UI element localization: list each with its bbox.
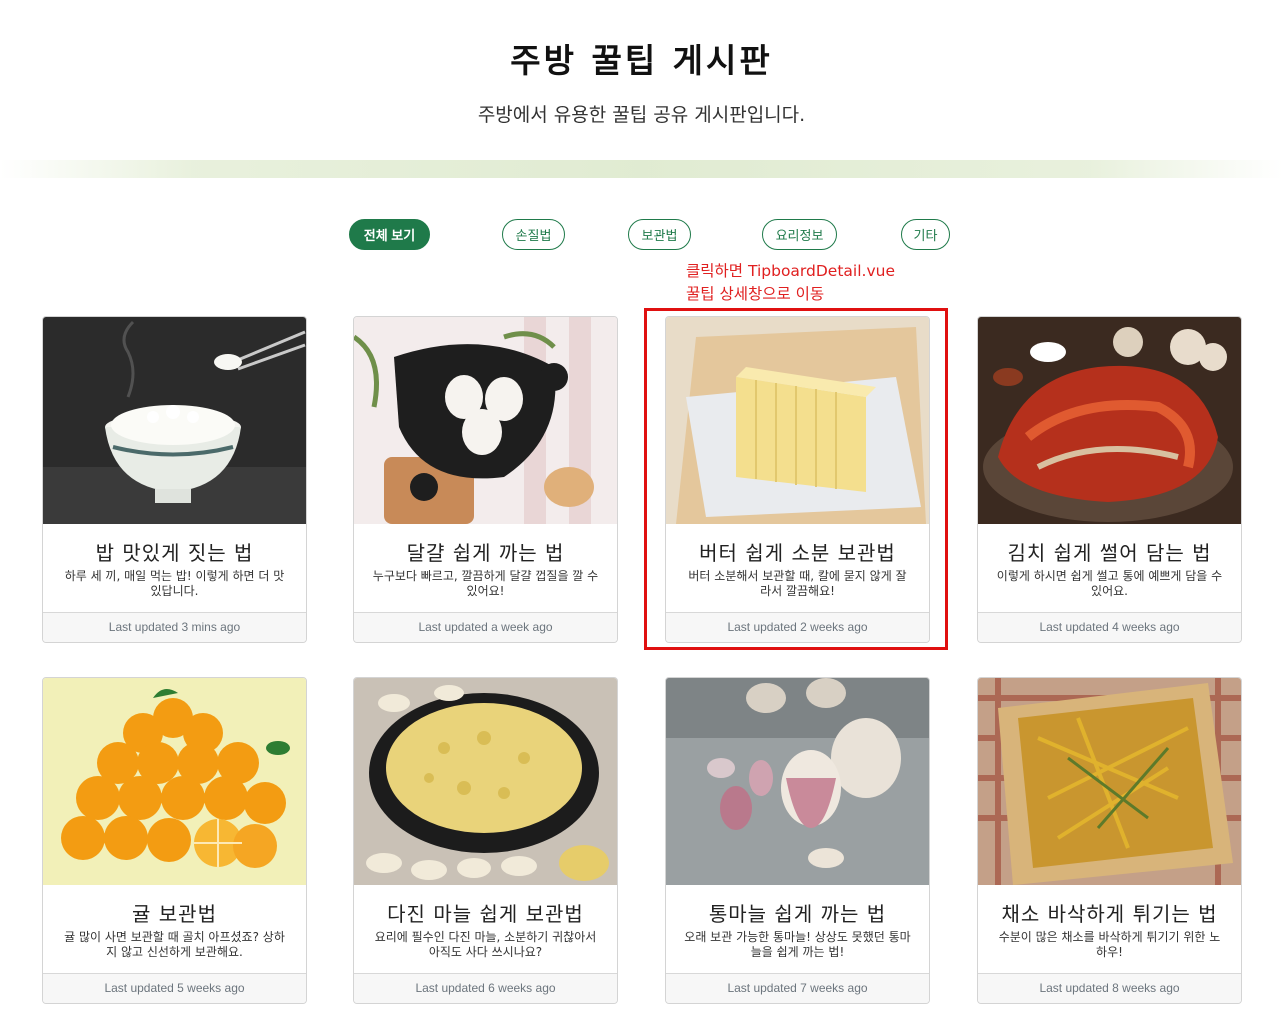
tip-card[interactable]: 채소 바삭하게 튀기는 법 수분이 많은 채소를 바삭하게 튀기기 위한 노하우… — [977, 677, 1242, 1004]
kimchi-image — [978, 317, 1241, 524]
card-title: 채소 바삭하게 튀기는 법 — [1001, 902, 1218, 926]
filter-prep-button[interactable]: 손질법 — [502, 219, 565, 250]
annotation-highlight-box — [644, 308, 948, 650]
boiled-eggs-image — [354, 317, 617, 524]
annotation-line-2: 꿀팁 상세창으로 이동 — [686, 285, 825, 303]
tip-card[interactable]: 통마늘 쉽게 까는 법 오래 보관 가능한 통마늘! 상상도 못했던 통마늘을 … — [665, 677, 930, 1004]
card-footer: Last updated a week ago — [354, 612, 617, 642]
card-title: 통마늘 쉽게 까는 법 — [708, 902, 887, 926]
card-title: 달걀 쉽게 까는 법 — [406, 541, 565, 565]
filter-cooking-info-button[interactable]: 요리정보 — [762, 219, 837, 250]
annotation-note: 클릭하면 TipboardDetail.vue 꿀팁 상세창으로 이동 — [686, 260, 895, 306]
whole-garlic-image — [666, 678, 929, 885]
minced-garlic-image — [354, 678, 617, 885]
card-title: 다진 마늘 쉽게 보관법 — [387, 902, 584, 926]
vegetable-fritter-image — [978, 678, 1241, 885]
card-description: 누구보다 빠르고, 깔끔하게 달걀 껍질을 깔 수 있어요! — [372, 569, 599, 598]
card-footer: Last updated 5 weeks ago — [43, 973, 306, 1003]
annotation-line-1: 클릭하면 TipboardDetail.vue — [686, 262, 895, 280]
tip-card[interactable]: 김치 쉽게 썰어 담는 법 이렇게 하시면 쉽게 썰고 통에 예쁘게 담을 수 … — [977, 316, 1242, 643]
card-footer: Last updated 6 weeks ago — [354, 973, 617, 1003]
card-description: 요리에 필수인 다진 마늘, 소분하기 귀찮아서 아직도 사다 쓰시나요? — [374, 930, 597, 959]
page-title: 주방 꿀팁 게시판 — [510, 41, 773, 81]
card-footer: Last updated 3 mins ago — [43, 612, 306, 642]
tip-card[interactable]: 달걀 쉽게 까는 법 누구보다 빠르고, 깔끔하게 달걀 껍질을 깔 수 있어요… — [353, 316, 618, 643]
card-footer: Last updated 4 weeks ago — [978, 612, 1241, 642]
filter-etc-button[interactable]: 기타 — [901, 219, 950, 250]
card-footer: Last updated 7 weeks ago — [666, 973, 929, 1003]
tip-card[interactable]: 밥 맛있게 짓는 법 하루 세 끼, 매일 먹는 밥! 이렇게 하면 더 맛있답… — [42, 316, 307, 643]
card-description: 오래 보관 가능한 통마늘! 상상도 못했던 통마늘을 쉽게 까는 법! — [684, 930, 911, 959]
filter-storage-button[interactable]: 보관법 — [628, 219, 691, 250]
header-divider — [0, 160, 1283, 178]
rice-bowl-image — [43, 317, 306, 524]
card-title: 밥 맛있게 짓는 법 — [95, 541, 254, 565]
card-title: 귤 보관법 — [132, 902, 217, 926]
card-description: 하루 세 끼, 매일 먹는 밥! 이렇게 하면 더 맛있답니다. — [64, 569, 285, 598]
tip-card[interactable]: 다진 마늘 쉽게 보관법 요리에 필수인 다진 마늘, 소분하기 귀찮아서 아직… — [353, 677, 618, 1004]
card-title: 김치 쉽게 썰어 담는 법 — [1007, 541, 1212, 565]
page-subtitle: 주방에서 유용한 꿀팁 공유 게시판입니다. — [477, 104, 806, 126]
tangerines-image — [43, 678, 306, 885]
card-description: 이렇게 하시면 쉽게 썰고 통에 예쁘게 담을 수 있어요. — [996, 569, 1223, 598]
card-footer: Last updated 8 weeks ago — [978, 973, 1241, 1003]
card-description: 수분이 많은 채소를 바삭하게 튀기기 위한 노하우! — [998, 930, 1221, 959]
card-description: 귤 많이 사면 보관할 때 골치 아프셨죠? 상하지 않고 신선하게 보관해요. — [64, 930, 285, 959]
tip-card[interactable]: 귤 보관법 귤 많이 사면 보관할 때 골치 아프셨죠? 상하지 않고 신선하게… — [42, 677, 307, 1004]
filter-all-button[interactable]: 전체 보기 — [349, 219, 430, 250]
